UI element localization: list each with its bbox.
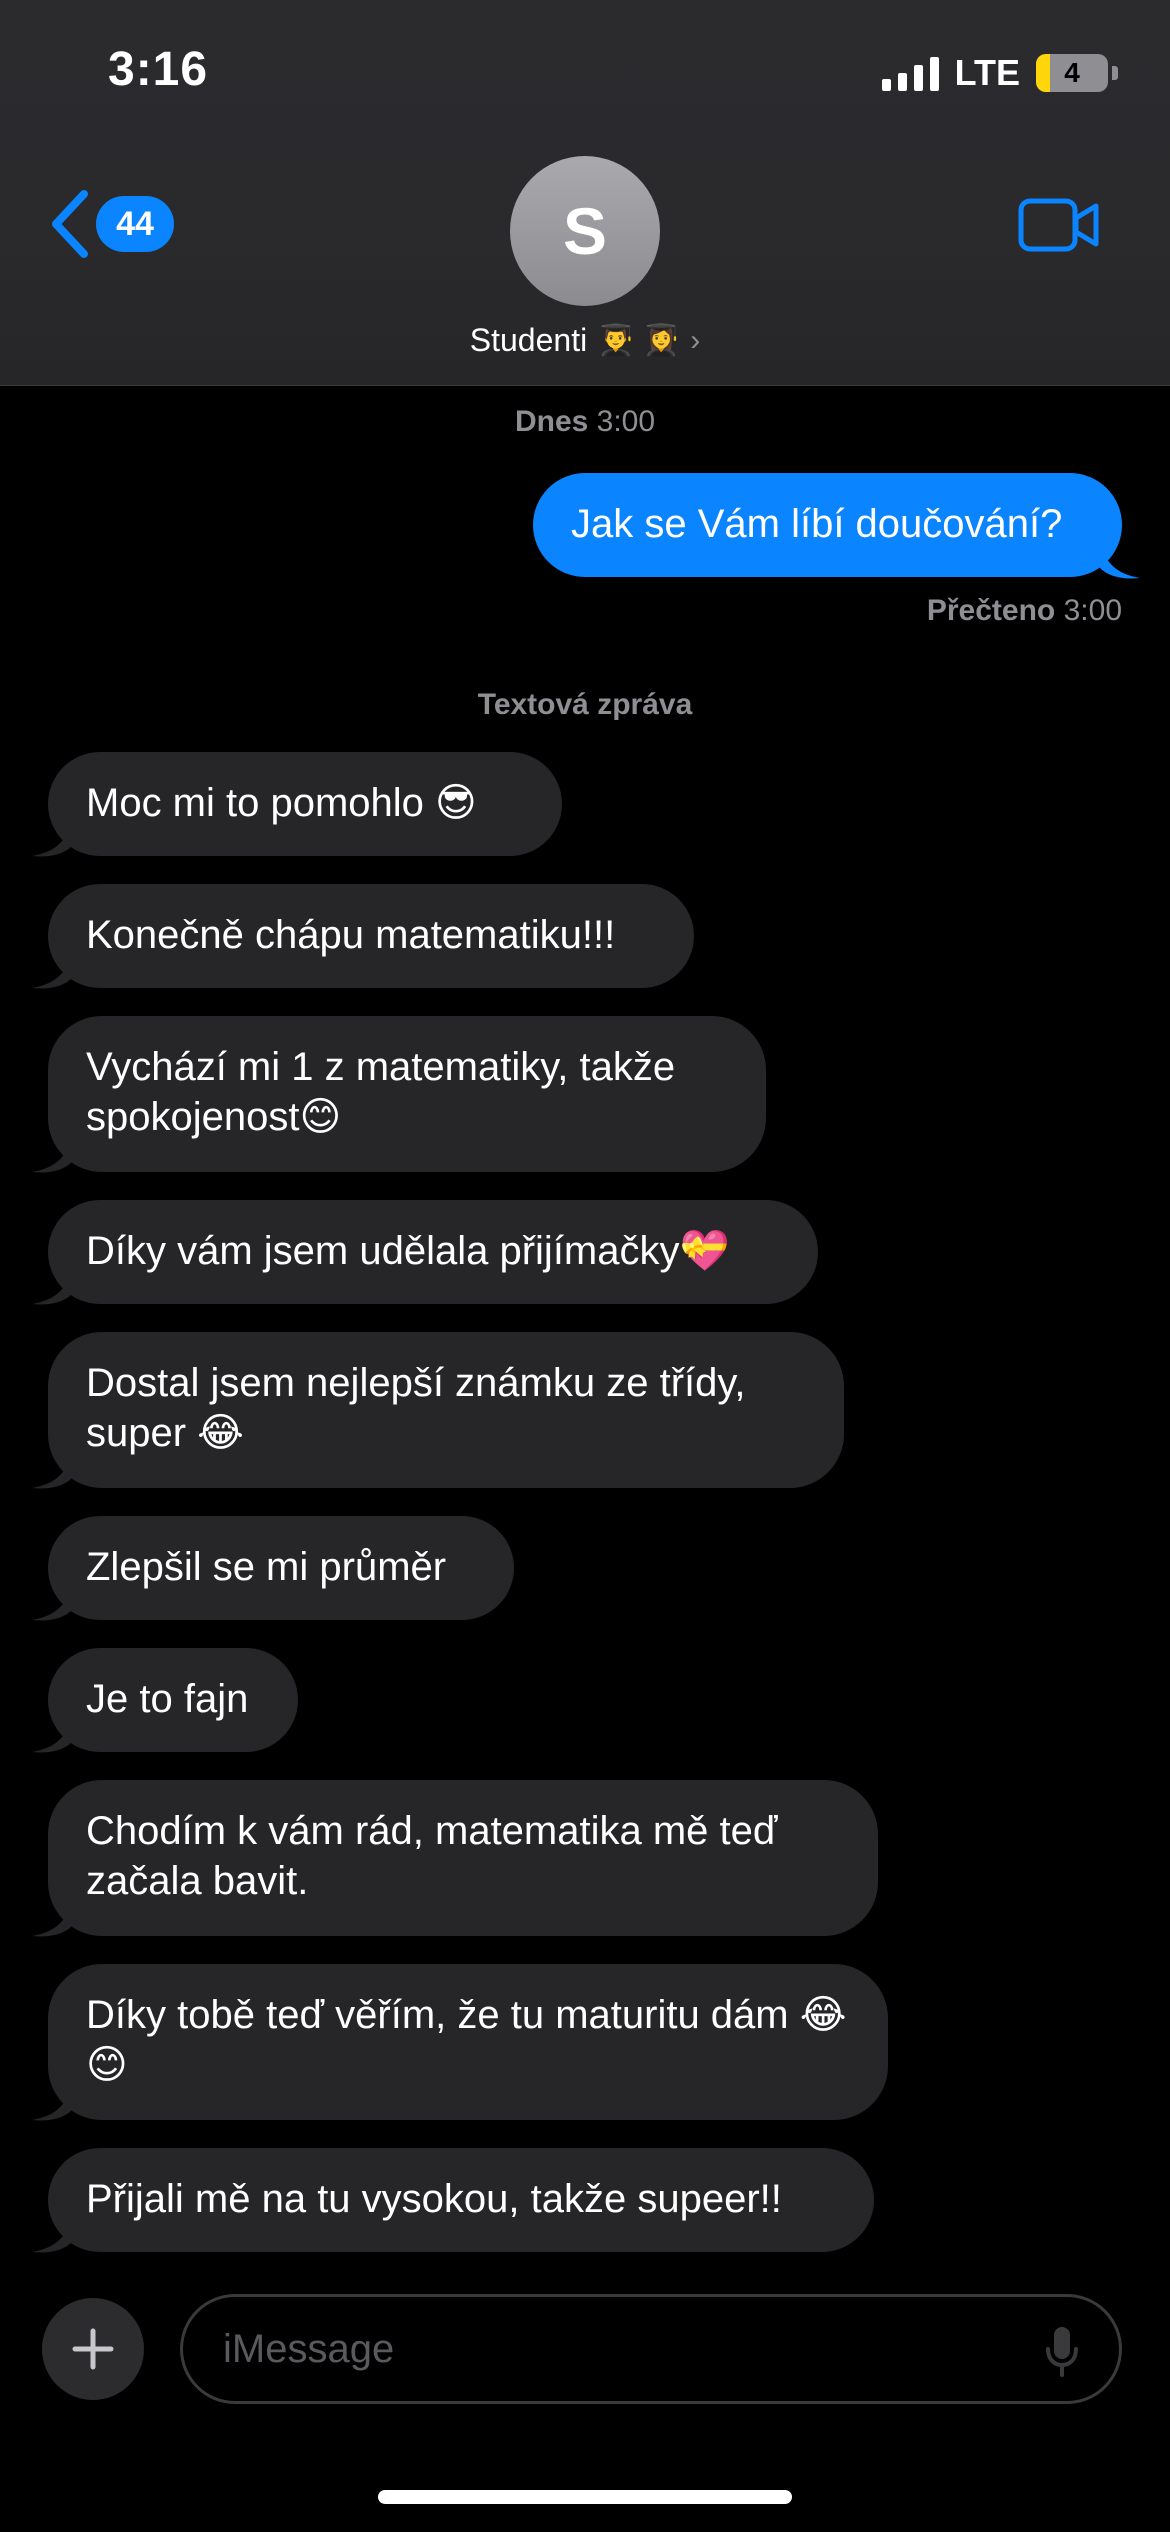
bubble-tail	[32, 1266, 72, 1305]
date-day: Dnes	[514, 405, 589, 438]
read-time: 3:00	[1063, 594, 1122, 627]
bubble-tail	[32, 1450, 72, 1489]
home-indicator[interactable]	[378, 2490, 792, 2504]
date-separator: Dnes 3:00	[0, 405, 1170, 439]
battery-icon: 4	[1036, 54, 1108, 92]
bubble-tail	[32, 2214, 72, 2253]
video-camera-icon	[1018, 198, 1099, 252]
bubble-tail	[32, 818, 72, 857]
status-indicators: LTE 4	[881, 52, 1118, 94]
bubble-tail	[32, 1582, 72, 1621]
read-receipt: Přečteno 3:00	[927, 594, 1122, 628]
bubble-tail	[32, 2082, 72, 2121]
incoming-message[interactable]: Konečně chápu matematiku!!!	[48, 884, 694, 988]
bubble-tail	[1100, 540, 1140, 579]
battery-level: 4	[1064, 57, 1080, 88]
message-input[interactable]: iMessage	[180, 2294, 1122, 2404]
bubble-tail	[32, 1134, 72, 1173]
incoming-message[interactable]: Chodím k vám rád, matematika mě teď zača…	[48, 1780, 878, 1936]
message-input-placeholder: iMessage	[223, 2326, 395, 2371]
plus-icon	[72, 2328, 114, 2370]
back-chevron-icon	[52, 190, 88, 258]
incoming-message[interactable]: Dostal jsem nejlepší známku ze třídy, su…	[48, 1332, 844, 1488]
incoming-message[interactable]: Moc mi to pomohlo 😎	[48, 752, 562, 856]
sms-separator: Textová zpráva	[477, 688, 693, 721]
incoming-message[interactable]: Přijali mě na tu vysokou, takže supeer!!	[48, 2148, 874, 2252]
incoming-message[interactable]: Je to fajn	[48, 1648, 298, 1752]
messages-screen: 3:16 LTE 4 44 S Studenti 👨‍🎓 👩‍🎓 ›	[0, 0, 1170, 2532]
back-button[interactable]: 44	[48, 190, 174, 258]
contact-name-button[interactable]: Studenti 👨‍🎓 👩‍🎓 ›	[0, 322, 1170, 359]
incoming-message[interactable]: Díky vám jsem udělala přijímačky💝	[48, 1200, 818, 1304]
bubble-tail	[32, 950, 72, 989]
conversation-header: 3:16 LTE 4 44 S Studenti 👨‍🎓 👩‍🎓 ›	[0, 0, 1170, 386]
avatar[interactable]: S	[510, 156, 660, 306]
chevron-right-icon: ›	[690, 323, 701, 357]
contact-name: Studenti	[469, 322, 588, 358]
battery-cap	[1112, 66, 1118, 80]
signal-icon	[881, 55, 939, 91]
status-time: 3:16	[108, 43, 209, 96]
bubble-tail	[32, 1898, 72, 1937]
outgoing-message[interactable]: Jak se Vám líbí doučování?	[533, 473, 1122, 577]
incoming-message[interactable]: Vychází mi 1 z matematiky, takže spokoje…	[48, 1016, 766, 1172]
network-label: LTE	[954, 52, 1020, 93]
unread-count-badge: 44	[96, 196, 174, 252]
incoming-message[interactable]: Zlepšil se mi průměr	[48, 1516, 514, 1620]
contact-emoji: 👨‍🎓 👩‍🎓	[597, 324, 681, 357]
microphone-icon[interactable]	[1045, 2325, 1079, 2379]
apps-button[interactable]	[42, 2298, 144, 2400]
date-time: 3:00	[596, 405, 656, 438]
video-call-button[interactable]	[1018, 198, 1100, 257]
read-label: Přečteno	[926, 594, 1056, 627]
incoming-message[interactable]: Díky tobě teď věřím, že tu maturitu dám …	[48, 1964, 888, 2120]
bubble-tail	[32, 1714, 72, 1753]
